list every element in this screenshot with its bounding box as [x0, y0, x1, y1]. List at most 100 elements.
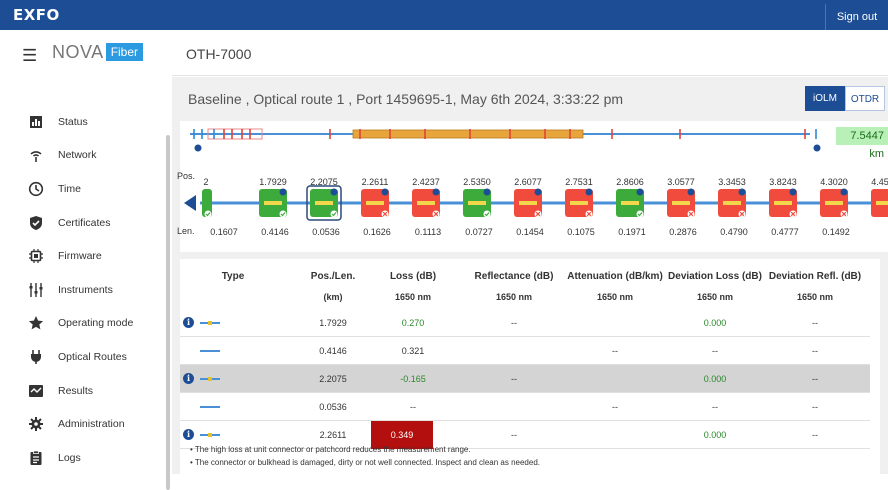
fiber-element-fail[interactable]	[820, 188, 848, 218]
length-value: 0.0727	[465, 227, 493, 237]
table-row[interactable]: i 1.7929 0.270 -- 0.000 --	[180, 309, 870, 337]
sidebar-item-time[interactable]: Time	[0, 172, 168, 206]
col-type: Type	[221, 271, 245, 282]
connector-glyph	[468, 201, 486, 205]
connector-glyph	[672, 201, 690, 205]
cell-deviation-refl: --	[812, 430, 818, 440]
sidebar-item-status[interactable]: Status	[0, 105, 168, 139]
sliders-icon	[28, 282, 44, 298]
tab-otdr[interactable]: OTDR	[845, 86, 885, 111]
sidebar-item-label: Certificates	[58, 216, 111, 229]
cell-deviation-loss: 0.000	[703, 430, 727, 440]
plug-icon	[28, 349, 44, 365]
shield-check-icon	[28, 215, 44, 231]
brand-nova: NOVA	[52, 41, 104, 62]
info-icon	[687, 188, 695, 196]
col-loss: Loss (dB)	[389, 271, 437, 282]
sidebar-item-operating-mode[interactable]: Operating mode	[0, 307, 168, 341]
sidebar-item-certificates[interactable]: Certificates	[0, 206, 168, 240]
table-row[interactable]: i 2.2075 -0.165 -- 0.000 --	[180, 365, 870, 393]
length-value: 0.1454	[516, 227, 544, 237]
sidebar-item-label: Firmware	[58, 250, 102, 263]
length-value: 0.4146	[261, 227, 289, 237]
cell-deviation-loss: --	[712, 402, 718, 412]
col-deviation-loss: Deviation Loss (dB)	[668, 271, 762, 282]
fiber-element-fail[interactable]	[514, 188, 542, 218]
connector-glyph	[366, 201, 384, 205]
top-bar: EXFO Sign out	[0, 0, 888, 30]
cell-loss: --	[410, 402, 416, 412]
fiber-element-pass[interactable]	[616, 188, 644, 218]
fiber-element-fail[interactable]	[769, 188, 797, 218]
info-icon	[381, 188, 389, 196]
cell-deviation-loss: --	[712, 346, 718, 356]
fiber-element-fail[interactable]	[667, 188, 695, 218]
cell-loss: 0.321	[401, 346, 425, 356]
clock-icon	[28, 181, 44, 197]
cell-deviation-loss: 0.000	[703, 318, 727, 328]
position-value: 2.4237	[412, 177, 440, 187]
sidebar-item-firmware[interactable]: Firmware	[0, 239, 168, 273]
sidebar-item-optical-routes[interactable]: Optical Routes	[0, 340, 168, 374]
fiber-element-fail[interactable]	[718, 188, 746, 218]
sign-out-button[interactable]: Sign out	[825, 4, 888, 30]
cell-loss: -0.165	[400, 374, 426, 384]
sidebar-item-logs[interactable]: Logs	[0, 441, 168, 475]
fiber-element-pass[interactable]	[202, 189, 212, 218]
cell-reflectance: --	[511, 318, 517, 328]
fiber-element-fail[interactable]	[412, 188, 440, 218]
fiber-element-fail[interactable]	[565, 188, 593, 218]
star-icon	[28, 315, 44, 331]
info-icon[interactable]: i	[183, 429, 194, 440]
length-value: 0.1971	[618, 227, 646, 237]
unit-deviation-loss: 1650 nm	[696, 292, 734, 302]
sidebar-item-network[interactable]: Network	[0, 139, 168, 173]
unit-pos-len: (km)	[323, 292, 343, 302]
length-value: 0.4777	[771, 227, 799, 237]
table-row[interactable]: 0.0536 -- -- -- --	[180, 393, 870, 421]
length-value: 0.1492	[822, 227, 850, 237]
info-icon[interactable]: i	[183, 373, 194, 384]
fiber-element-pass[interactable]	[259, 188, 287, 218]
cell-deviation-loss: 0.000	[703, 374, 727, 384]
position-value: 2.2075	[310, 177, 338, 187]
connector-glyph	[570, 201, 588, 205]
nova-fiber-logo: NOVA Fiber	[52, 41, 144, 62]
sidebar-scrollbar[interactable]	[166, 135, 170, 490]
hamburger-menu-icon[interactable]: ☰	[22, 46, 37, 66]
cell-deviation-refl: --	[812, 402, 818, 412]
connector-glyph	[876, 201, 888, 205]
position-value: 3.3453	[718, 177, 746, 187]
tab-iolm[interactable]: iOLM	[805, 86, 845, 111]
total-distance: 7.5447 km	[836, 127, 888, 160]
page-header: OTH-7000	[172, 30, 888, 76]
results-icon	[28, 383, 44, 399]
cell-reflectance: --	[511, 430, 517, 440]
info-icon	[738, 188, 746, 196]
sidebar-item-label: Status	[58, 115, 88, 128]
fiber-element-fail[interactable]	[361, 188, 389, 218]
note-range: • The high loss at unit connector or pat…	[190, 445, 471, 454]
cell-deviation-refl: --	[812, 374, 818, 384]
info-icon[interactable]: i	[183, 317, 194, 328]
position-value: 3.8243	[769, 177, 797, 187]
position-value: 2.7531	[565, 177, 593, 187]
sidebar-item-label: Instruments	[58, 283, 113, 296]
fiber-element-pass[interactable]	[306, 185, 342, 221]
link-view-panel: 7.5447 km Pos. Len. 2 1.7929 2.2075 2.2611 2…	[177, 121, 888, 252]
fiber-element-fail[interactable]	[871, 189, 888, 218]
sidebar-item-results[interactable]: Results	[0, 374, 168, 408]
sidebar-item-instruments[interactable]: Instruments	[0, 273, 168, 307]
table-row[interactable]: 0.4146 0.321 -- -- --	[180, 337, 870, 365]
sidebar-item-label: Administration	[58, 418, 125, 431]
fiber-element-pass[interactable]	[463, 188, 491, 218]
connector-glyph	[825, 201, 843, 205]
length-value: 0.2876	[669, 227, 697, 237]
cell-reflectance: --	[511, 374, 517, 384]
sidebar-item-administration[interactable]: Administration	[0, 407, 168, 441]
connector-glyph	[417, 201, 435, 205]
info-icon	[840, 188, 848, 196]
col-pos-len: Pos./Len.	[310, 271, 356, 282]
connector-glyph	[519, 201, 537, 205]
overview-highlight-bar	[352, 129, 584, 139]
